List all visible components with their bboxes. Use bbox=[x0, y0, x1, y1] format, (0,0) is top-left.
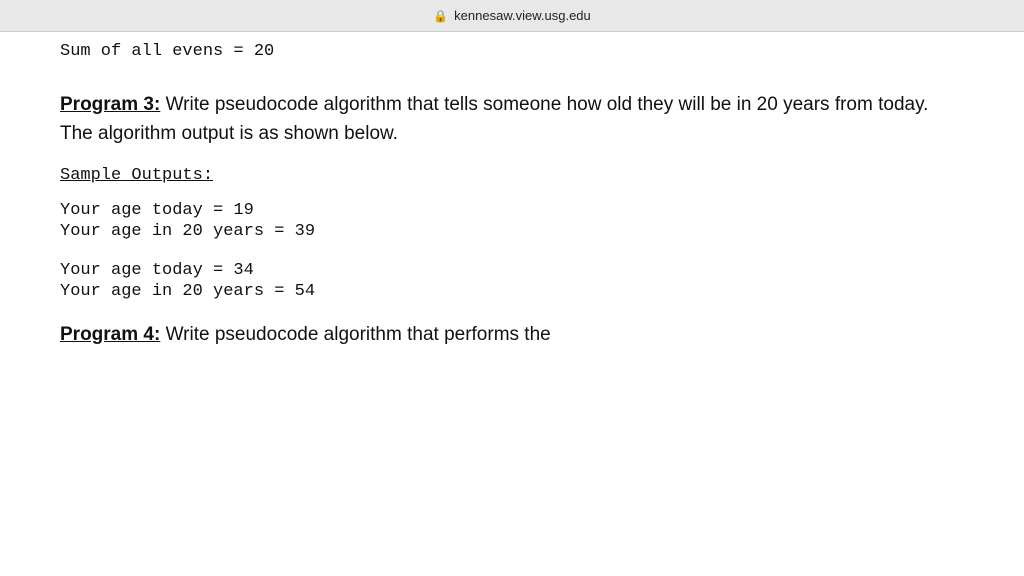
program3-label: Program 3: bbox=[60, 94, 160, 115]
program4-heading: Program 4: Write pseudocode algorithm th… bbox=[60, 321, 964, 350]
sample-block-1: Your age today = 19 Your age in 20 years… bbox=[60, 201, 964, 241]
url-bar[interactable]: kennesaw.view.usg.edu bbox=[454, 8, 591, 23]
sample1-line2: Your age in 20 years = 39 bbox=[60, 222, 964, 241]
program3-desc-text: Write pseudocode algorithm that tells so… bbox=[60, 94, 928, 144]
lock-icon: 🔒 bbox=[433, 9, 448, 23]
program3-heading: Program 3: Write pseudocode algorithm th… bbox=[60, 91, 964, 148]
sample1-line1: Your age today = 19 bbox=[60, 201, 964, 220]
page-content: Sum of all evens = 20 Program 3: Write p… bbox=[0, 32, 1024, 576]
program4-description: Write pseudocode algorithm that performs… bbox=[166, 324, 551, 345]
sample-block-2: Your age today = 34 Your age in 20 years… bbox=[60, 261, 964, 301]
top-code-line: Sum of all evens = 20 bbox=[60, 42, 964, 61]
browser-bar: 🔒 kennesaw.view.usg.edu bbox=[0, 0, 1024, 32]
sample2-line2: Your age in 20 years = 54 bbox=[60, 282, 964, 301]
sample2-line1: Your age today = 34 bbox=[60, 261, 964, 280]
program4-label: Program 4: bbox=[60, 324, 160, 345]
sample-outputs-label: Sample Outputs: bbox=[60, 166, 964, 185]
